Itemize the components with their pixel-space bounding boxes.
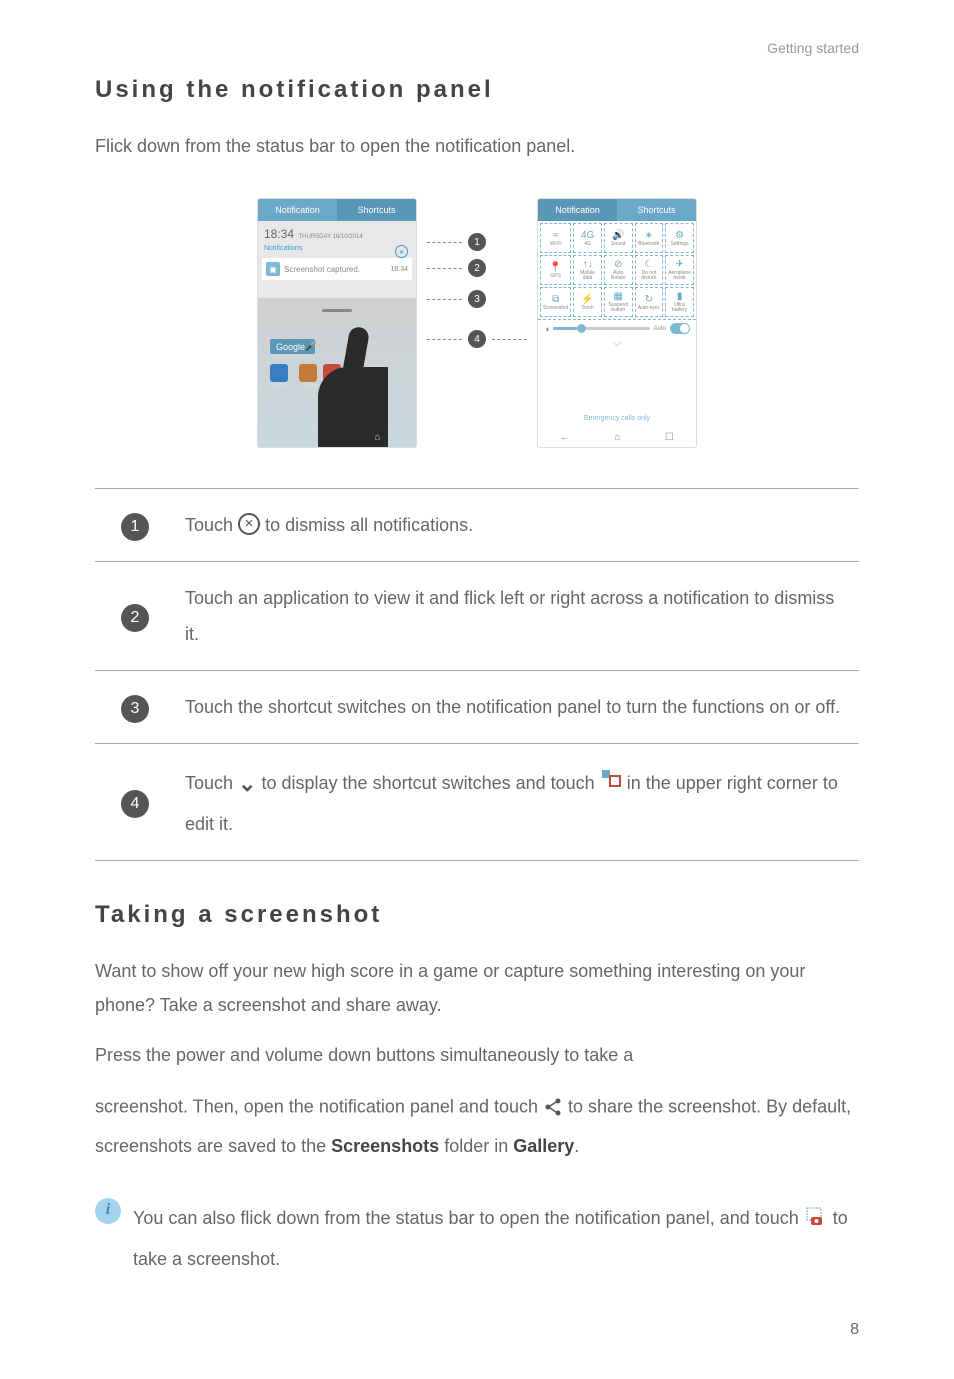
legend-row-1: 1 Touch × to dismiss all notifications.: [95, 489, 859, 562]
heading-notification-panel: Using the notification panel: [95, 76, 859, 104]
shortcut-bluetooth: ∗Bluetooth: [635, 223, 664, 253]
mic-icon: 🎤: [305, 341, 316, 352]
brightness-slider: ◑ Auto: [538, 319, 696, 337]
badge-3: 3: [121, 695, 149, 723]
legend-table: 1 Touch × to dismiss all notifications. …: [95, 488, 859, 861]
shortcut-wi-fi: ≈Wi-Fi: [540, 223, 571, 253]
shortcut-screenshot: ⧉Screenshot: [540, 287, 571, 317]
tab-shortcuts: Shortcuts: [337, 199, 416, 221]
page-number: 8: [95, 1321, 859, 1339]
back-icon: ←: [293, 432, 303, 443]
play-store-icon: [270, 364, 288, 382]
shortcut-settings: ⚙Settings: [665, 223, 694, 253]
shortcut-aeroplane-mode: ✈Aeroplane mode: [665, 255, 694, 285]
nav-bar: ← ⌂: [258, 432, 416, 443]
home-icon: ⌂: [614, 432, 620, 443]
tip-block: i You can also flick down from the statu…: [95, 1198, 859, 1281]
shortcut-suspend-button: ▦Suspend button: [604, 287, 633, 317]
phone-left: Notification Shortcuts 18:34 THURSDAY 16…: [257, 198, 417, 448]
notification-text: Screenshot captured.: [284, 265, 360, 274]
google-search: Google🎤: [270, 339, 315, 354]
tab-notification: Notification: [258, 199, 337, 221]
illustration: Notification Shortcuts 18:34 THURSDAY 16…: [95, 198, 859, 448]
screenshot-para-3: screenshot. Then, open the notification …: [95, 1087, 859, 1163]
edit-icon: [600, 764, 622, 800]
shortcut-auto-sync: ↻Auto-sync: [635, 287, 664, 317]
chevron-down-icon: ⌄: [238, 762, 256, 806]
shortcut-mobile-data: ↑↓Mobile data: [573, 255, 602, 285]
auto-label: Auto: [654, 326, 666, 332]
callout-numbers: 1 2 3 4: [417, 198, 537, 383]
image-icon: ▣: [266, 262, 280, 276]
intro-text: Flick down from the status bar to open t…: [95, 129, 859, 163]
auto-toggle: [670, 323, 690, 334]
screenshot-para-1: Want to show off your new high score in …: [95, 954, 859, 1022]
heading-screenshot: Taking a screenshot: [95, 901, 859, 929]
notifications-label: Notifications: [264, 245, 410, 252]
emergency-calls: Emergency calls only: [538, 415, 696, 422]
shortcut-do-not-disturb: ☾Do not disturb: [635, 255, 664, 285]
screenshot-icon: [804, 1207, 828, 1227]
clock-date: THURSDAY 16/10/2014: [298, 234, 362, 240]
drag-handle: [322, 309, 352, 312]
shortcut-4g: 4G4G: [573, 223, 602, 253]
legend-row-2: 2 Touch an application to view it and fl…: [95, 562, 859, 671]
notification-time: 18:34: [390, 266, 408, 273]
notification-item: ▣ Screenshot captured. 18:34: [262, 258, 412, 280]
shortcut-ultra-battery: ▮Ultra battery: [665, 287, 694, 317]
shortcut-torch: ⚡Torch: [573, 287, 602, 317]
badge-4: 4: [121, 790, 149, 818]
section-header: Getting started: [95, 40, 859, 56]
recent-icon: ☐: [665, 432, 674, 443]
clock-time: 18:34: [264, 227, 294, 241]
badge-2: 2: [121, 604, 149, 632]
home-icon: ⌂: [374, 432, 380, 443]
tab-shortcuts: Shortcuts: [617, 199, 696, 221]
tab-notification: Notification: [538, 199, 617, 221]
back-icon: ←: [560, 432, 570, 443]
share-icon: [543, 1089, 563, 1131]
screenshot-para-2: Press the power and volume down buttons …: [95, 1038, 859, 1072]
themes-icon: [299, 364, 317, 382]
legend-row-3: 3 Touch the shortcut switches on the not…: [95, 671, 859, 744]
nav-bar: ← ⌂ ☐: [538, 432, 696, 443]
dismiss-icon: ×: [238, 513, 260, 535]
legend-row-4: 4 Touch ⌄ to display the shortcut switch…: [95, 744, 859, 861]
info-icon: i: [95, 1198, 121, 1224]
shortcut-auto-rotate: ⊘Auto Rotate: [604, 255, 633, 285]
shortcut-sound: 🔊Sound: [604, 223, 633, 253]
shortcut-gps: 📍GPS: [540, 255, 571, 285]
brightness-icon: ◑: [544, 324, 549, 334]
phone-right: Notification Shortcuts ≈Wi-Fi4G4G🔊Sound∗…: [537, 198, 697, 448]
badge-1: 1: [121, 513, 149, 541]
chevron-up-icon: ⌵: [538, 337, 696, 350]
dismiss-all-icon: ×: [395, 245, 408, 258]
